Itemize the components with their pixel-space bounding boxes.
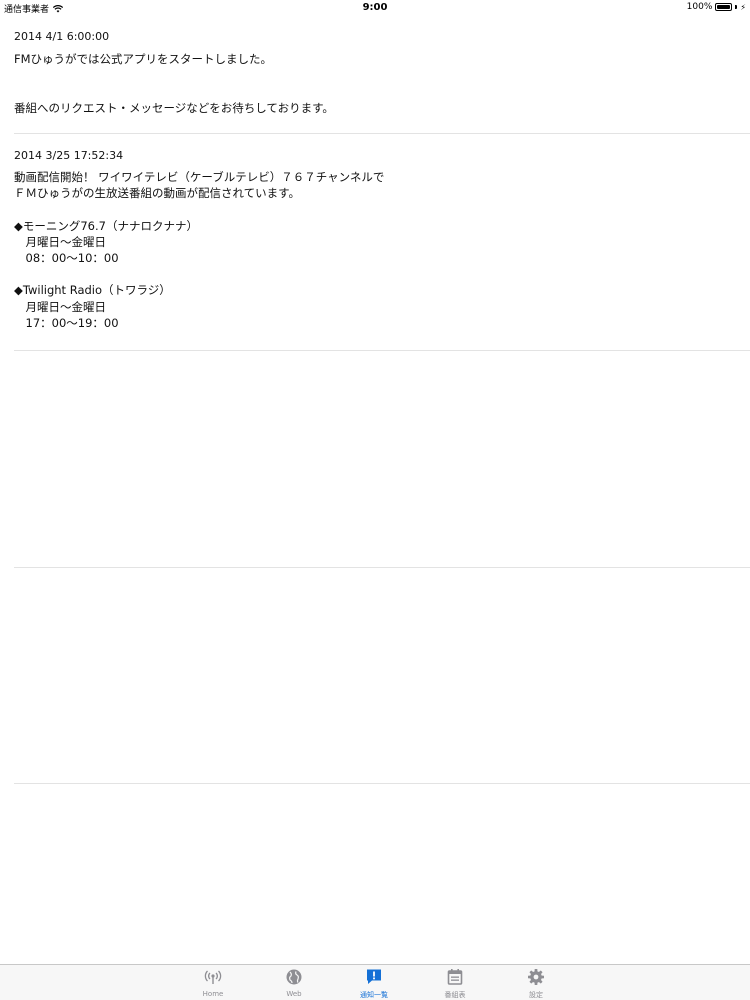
divider bbox=[14, 350, 750, 351]
divider bbox=[14, 133, 750, 134]
divider bbox=[14, 567, 750, 568]
tab-label: 設定 bbox=[529, 991, 543, 999]
news-body: 動画配信開始！ ワイワイテレビ（ケーブルテレビ）７６７チャンネルで ＦＭひゅうが… bbox=[14, 170, 385, 330]
notification-list[interactable]: 2014 4/1 6:00:00 FMひゅうがでは公式アプリをスタートしました。… bbox=[0, 16, 750, 964]
radio-broadcast-icon bbox=[204, 970, 222, 984]
status-time: 9:00 bbox=[362, 2, 388, 13]
news-body: FMひゅうがでは公式アプリをスタートしました。 番組へのリクエスト・メッセージな… bbox=[14, 52, 334, 115]
battery-icon bbox=[715, 3, 733, 11]
divider bbox=[14, 783, 750, 784]
status-right: 100% ⚡ bbox=[687, 2, 746, 12]
news-date: 2014 4/1 6:00:00 bbox=[14, 30, 110, 43]
tab-label: 番組表 bbox=[444, 991, 466, 999]
charging-icon: ⚡ bbox=[740, 2, 746, 12]
notification-icon bbox=[367, 969, 381, 984]
tab-web[interactable]: Web bbox=[264, 968, 324, 998]
list-item[interactable]: 2014 4/1 6:00:00 FMひゅうがでは公式アプリをスタートしました。… bbox=[14, 30, 750, 116]
tab-settings[interactable]: 設定 bbox=[506, 968, 566, 1000]
status-bar: 通信事業者 9:00 100% ⚡ bbox=[0, 0, 750, 16]
tab-label: 通知一覧 bbox=[360, 991, 388, 999]
tab-label: Web bbox=[286, 990, 302, 998]
tab-label: Home bbox=[202, 990, 224, 998]
battery-tip bbox=[735, 5, 738, 9]
tab-home[interactable]: Home bbox=[183, 968, 243, 998]
schedule-icon bbox=[447, 969, 463, 985]
gear-icon bbox=[528, 969, 544, 985]
news-date: 2014 3/25 17:52:34 bbox=[14, 149, 124, 162]
globe-icon bbox=[286, 969, 302, 985]
tab-schedule[interactable]: 番組表 bbox=[425, 968, 485, 1000]
tab-notifications[interactable]: 通知一覧 bbox=[344, 968, 404, 1000]
battery-percent: 100% bbox=[686, 2, 713, 12]
tab-bar: Home Web 通知一覧 番組表 設定 bbox=[0, 964, 750, 1000]
list-item[interactable]: 2014 3/25 17:52:34 動画配信開始！ ワイワイテレビ（ケーブルテ… bbox=[14, 149, 750, 331]
